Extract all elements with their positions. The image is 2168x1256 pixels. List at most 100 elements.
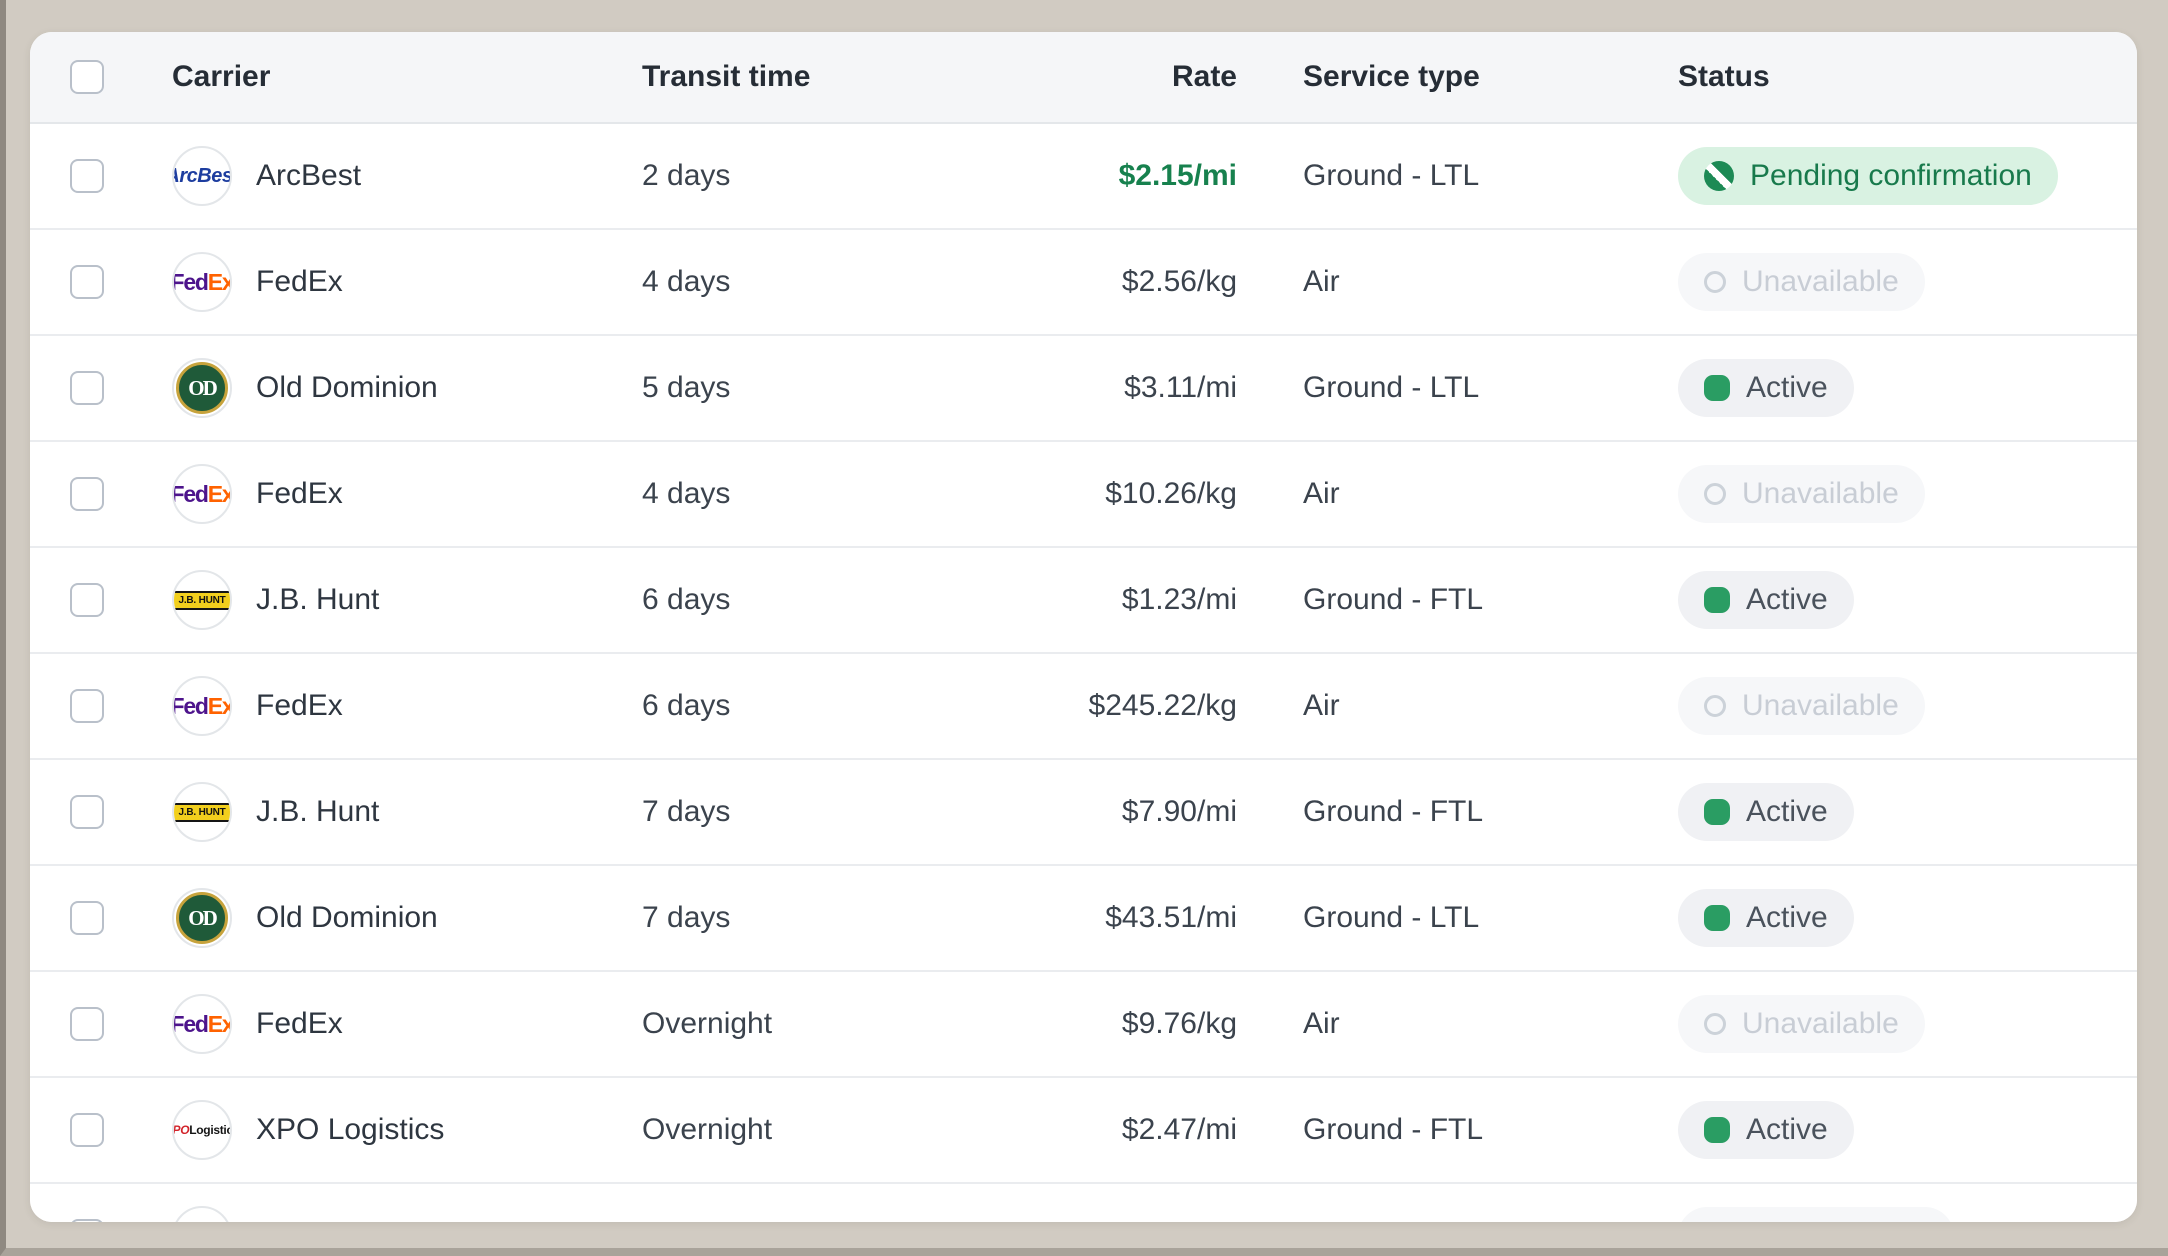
- transit-time: 2 days: [642, 159, 731, 192]
- row-checkbox[interactable]: [70, 371, 104, 405]
- carrier-name: FedEx: [256, 265, 343, 298]
- row-select-cell: [30, 159, 172, 193]
- header-select-cell: [30, 60, 172, 94]
- table-row: ArcBest ArcBest 2 days $2.15/mi Ground -…: [30, 124, 2137, 230]
- status-badge: Unavailable: [1678, 253, 1925, 311]
- logo-text: Fed: [172, 1010, 209, 1037]
- logo-text: OD: [188, 375, 217, 400]
- row-checkbox[interactable]: [70, 159, 104, 193]
- logo-text: Ex: [207, 268, 232, 295]
- transit-time: 7 days: [642, 901, 731, 934]
- row-select-cell: [30, 1007, 172, 1041]
- status-cell: Active: [1678, 359, 2137, 417]
- transit-time: Overnight: [642, 1007, 773, 1040]
- row-checkbox[interactable]: [70, 689, 104, 723]
- carrier-logo-icon: Fed Ex: [172, 252, 232, 312]
- status-unavailable-icon: [1704, 271, 1726, 293]
- status-cell: [1678, 1207, 2137, 1222]
- status-label: Unavailable: [1742, 265, 1899, 298]
- status-badge: Unavailable: [1678, 465, 1925, 523]
- service-type: Air: [1303, 689, 1340, 722]
- row-checkbox[interactable]: [70, 1007, 104, 1041]
- table-row: OD Old Dominion 7 days $43.51/mi Ground …: [30, 866, 2137, 972]
- rate: $9.76/kg: [1121, 1007, 1237, 1040]
- carrier-logo-icon: Fed Ex: [172, 464, 232, 524]
- transit-time: 5 days: [642, 371, 731, 404]
- status-badge: [1678, 1207, 1954, 1222]
- status-badge: Active: [1678, 889, 1854, 947]
- carriers-table-card: Carrier Transit time Rate Service type S…: [30, 32, 2137, 1222]
- status-label: Active: [1746, 795, 1828, 828]
- carrier-logo-icon: ArcBest: [172, 146, 232, 206]
- carrier-cell: Fed Ex FedEx: [172, 994, 642, 1054]
- old-dominion-monogram-icon: OD: [176, 892, 228, 944]
- rate: $10.26/kg: [1105, 477, 1237, 510]
- carrier-name: J.B. Hunt: [256, 795, 380, 828]
- service-type: Air: [1303, 1007, 1340, 1040]
- transit-time: 7 days: [642, 795, 731, 828]
- carrier-logo-icon: OD: [172, 358, 232, 418]
- row-checkbox[interactable]: [70, 1219, 104, 1222]
- status-active-icon: [1704, 587, 1730, 613]
- logo-text: Ex: [207, 1010, 232, 1037]
- rate: $3.11/mi: [1124, 371, 1237, 404]
- row-checkbox[interactable]: [70, 795, 104, 829]
- carrier-cell: Fed Ex FedEx: [172, 464, 642, 524]
- status-label: Active: [1746, 371, 1828, 404]
- carrier-cell: J.B. HUNT J.B. Hunt: [172, 782, 642, 842]
- table-row: J.B. HUNT J.B. Hunt 6 days $1.23/mi Grou…: [30, 548, 2137, 654]
- row-checkbox[interactable]: [70, 583, 104, 617]
- row-select-cell: [30, 689, 172, 723]
- carrier-name: Old Dominion: [256, 371, 438, 404]
- row-select-cell: [30, 477, 172, 511]
- row-checkbox[interactable]: [70, 1113, 104, 1147]
- status-active-icon: [1704, 799, 1730, 825]
- status-unavailable-icon: [1704, 695, 1726, 717]
- rate: $7.90/mi: [1121, 795, 1237, 828]
- status-badge: Unavailable: [1678, 677, 1925, 735]
- carrier-logo-icon: OD: [172, 888, 232, 948]
- transit-time: 4 days: [642, 265, 731, 298]
- logo-text: Ex: [207, 692, 232, 719]
- row-select-cell: [30, 1113, 172, 1147]
- table-row: J.B. HUNT J.B. Hunt 7 days $7.90/mi Grou…: [30, 760, 2137, 866]
- select-all-checkbox[interactable]: [70, 60, 104, 94]
- transit-time: 4 days: [642, 477, 731, 510]
- carrier-cell: J.B. HUNT J.B. Hunt: [172, 570, 642, 630]
- column-header-status: Status: [1678, 60, 1770, 93]
- rate: $2.15/mi: [1118, 159, 1237, 192]
- row-select-cell: [30, 1219, 172, 1222]
- logo-text: ArcBest: [174, 164, 232, 187]
- carrier-logo-icon: Fed Ex: [172, 676, 232, 736]
- status-badge: Active: [1678, 783, 1854, 841]
- column-header-service-type: Service type: [1303, 60, 1480, 93]
- table-row: [30, 1184, 2137, 1222]
- row-select-cell: [30, 265, 172, 299]
- carrier-name: ArcBest: [256, 159, 362, 192]
- table-row: XPOLogistics XPO Logistics Overnight $2.…: [30, 1078, 2137, 1184]
- row-checkbox[interactable]: [70, 265, 104, 299]
- status-label: Unavailable: [1742, 1007, 1899, 1040]
- carrier-logo-icon: [172, 1206, 232, 1222]
- status-cell: Active: [1678, 571, 2137, 629]
- carrier-name: FedEx: [256, 477, 343, 510]
- status-badge: Active: [1678, 571, 1854, 629]
- carrier-name: XPO Logistics: [256, 1113, 445, 1146]
- status-pending-icon: [1704, 161, 1734, 191]
- service-type: Air: [1303, 265, 1340, 298]
- status-cell: Active: [1678, 783, 2137, 841]
- table-row: Fed Ex FedEx Overnight $9.76/kg Air Unava…: [30, 972, 2137, 1078]
- table-row: Fed Ex FedEx 4 days $2.56/kg Air Unavaila…: [30, 230, 2137, 336]
- status-cell: Unavailable: [1678, 995, 2137, 1053]
- carrier-name: J.B. Hunt: [256, 583, 380, 616]
- carrier-name: FedEx: [256, 689, 343, 722]
- service-type: Air: [1303, 477, 1340, 510]
- row-checkbox[interactable]: [70, 901, 104, 935]
- logo-text: Fed: [172, 268, 209, 295]
- column-header-transit-time: Transit time: [642, 60, 811, 93]
- row-select-cell: [30, 795, 172, 829]
- row-checkbox[interactable]: [70, 477, 104, 511]
- status-cell: Active: [1678, 889, 2137, 947]
- status-badge: Pending confirmation: [1678, 147, 2058, 205]
- carrier-cell: Fed Ex FedEx: [172, 676, 642, 736]
